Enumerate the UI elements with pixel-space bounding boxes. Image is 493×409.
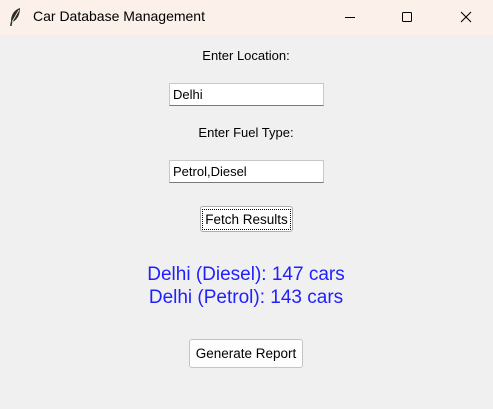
- location-label: Enter Location:: [202, 48, 290, 63]
- result-line-petrol: Delhi (Petrol): 143 cars: [148, 287, 344, 308]
- minimize-icon: [344, 8, 356, 27]
- app-window: Car Database Management Enter Location: …: [0, 0, 493, 409]
- generate-report-button[interactable]: Generate Report: [189, 339, 303, 368]
- title-bar[interactable]: Car Database Management: [0, 0, 493, 35]
- generate-report-label: Generate Report: [195, 346, 297, 361]
- maximize-button[interactable]: [384, 0, 430, 35]
- close-icon: [460, 8, 472, 27]
- fuel-type-input[interactable]: [169, 160, 324, 183]
- feather-icon: [8, 7, 22, 27]
- fetch-results-button[interactable]: Fetch Results: [200, 206, 293, 232]
- fetch-results-label: Fetch Results: [202, 208, 291, 230]
- close-button[interactable]: [443, 0, 489, 35]
- fuel-type-label: Enter Fuel Type:: [198, 125, 294, 140]
- window-title: Car Database Management: [33, 8, 205, 24]
- location-input[interactable]: [169, 83, 324, 106]
- minimize-button[interactable]: [327, 0, 373, 35]
- maximize-icon: [401, 8, 413, 27]
- result-line-diesel: Delhi (Diesel): 147 cars: [147, 264, 345, 285]
